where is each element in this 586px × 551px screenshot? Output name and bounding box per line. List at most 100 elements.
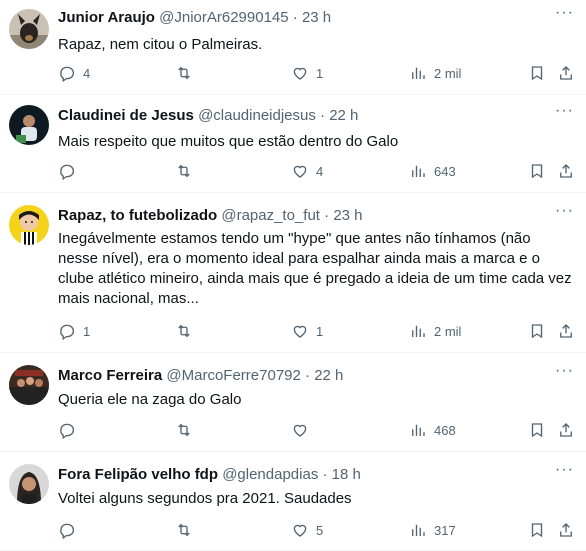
display-name[interactable]: Marco Ferreira (58, 367, 162, 384)
view-count: 2 mil (434, 65, 462, 81)
bookmark-icon (531, 523, 543, 538)
separator: · (324, 207, 330, 224)
bar-chart-icon (412, 524, 425, 536)
user-handle[interactable]: @JniorAr62990145 (159, 9, 288, 26)
reply-button[interactable] (58, 520, 83, 540)
avatar-dog[interactable] (9, 9, 49, 49)
views-button[interactable]: 468 (409, 420, 456, 440)
views-button[interactable]: 2 mil (409, 321, 461, 341)
bookmark-icon (531, 423, 543, 438)
avatar-woman[interactable] (9, 464, 49, 504)
reply-icon (60, 66, 75, 82)
tweet-header: Junior Araujo @JniorAr62990145 · 23 h (58, 8, 574, 28)
tweet-text: Inegávelmente estamos tendo um "hype" qu… (58, 230, 572, 307)
reply-button[interactable] (58, 420, 83, 440)
separator: · (292, 9, 298, 26)
tweet[interactable]: Fora Felipão velho fdp @glendapdias · 18… (0, 452, 586, 551)
display-name[interactable]: Fora Felipão velho fdp (58, 466, 218, 483)
like-button[interactable]: 5 (291, 520, 323, 540)
action-bar: 4 1 2 mil (58, 63, 572, 83)
like-count: 4 (316, 163, 324, 179)
more-options-icon[interactable]: ··· (555, 102, 574, 120)
avatar-group[interactable] (9, 365, 49, 405)
reply-count: 4 (83, 65, 91, 81)
action-bar: 5 317 (58, 520, 572, 540)
bookmark-button[interactable] (528, 63, 546, 83)
bar-chart-icon (412, 67, 425, 79)
tweet-header: Claudinei de Jesus @claudineidjesus · 22… (58, 106, 574, 126)
views-button[interactable]: 2 mil (409, 63, 461, 83)
retweet-button[interactable] (175, 161, 200, 181)
share-icon (560, 66, 572, 80)
more-options-icon[interactable]: ··· (555, 4, 574, 22)
tweet-text: Voltei alguns segundos pra 2021. Saudade… (58, 490, 352, 507)
retweet-button[interactable] (175, 321, 200, 341)
bookmark-button[interactable] (528, 161, 546, 181)
separator: · (320, 107, 326, 124)
avatar-person[interactable] (9, 105, 49, 145)
timestamp[interactable]: 23 h (333, 207, 362, 224)
action-bar: 4 643 (58, 161, 572, 181)
retweet-icon (178, 66, 190, 80)
heart-icon (293, 325, 307, 338)
view-count: 2 mil (434, 323, 462, 339)
share-icon (560, 324, 572, 338)
like-button[interactable]: 4 (291, 161, 323, 181)
user-handle[interactable]: @rapaz_to_fut (221, 207, 320, 224)
tweet[interactable]: Claudinei de Jesus @claudineidjesus · 22… (0, 95, 586, 193)
more-options-icon[interactable]: ··· (555, 461, 574, 479)
display-name[interactable]: Rapaz, to futebolizado (58, 207, 217, 224)
like-button[interactable]: 1 (291, 63, 323, 83)
user-handle[interactable]: @glendapdias (222, 466, 318, 483)
view-count: 643 (434, 163, 456, 179)
share-button[interactable] (557, 161, 575, 181)
reply-icon (60, 324, 75, 340)
timestamp[interactable]: 22 h (329, 107, 358, 124)
share-icon (560, 164, 572, 178)
more-options-icon[interactable]: ··· (555, 362, 574, 380)
like-button[interactable]: 1 (291, 321, 323, 341)
bookmark-icon (531, 164, 543, 179)
retweet-button[interactable] (175, 520, 200, 540)
tweet-header: Marco Ferreira @MarcoFerre70792 · 22 h (58, 366, 574, 386)
action-bar: 468 (58, 420, 572, 440)
tweet[interactable]: Junior Araujo @JniorAr62990145 · 23 h ··… (0, 0, 586, 95)
bar-chart-icon (412, 424, 425, 436)
reply-button[interactable]: 4 (58, 63, 90, 83)
share-button[interactable] (557, 520, 575, 540)
tweet[interactable]: Marco Ferreira @MarcoFerre70792 · 22 h ·… (0, 353, 586, 452)
retweet-button[interactable] (175, 420, 200, 440)
heart-icon (293, 165, 307, 178)
separator: · (322, 466, 328, 483)
like-count: 1 (316, 323, 324, 339)
more-options-icon[interactable]: ··· (555, 202, 574, 220)
user-handle[interactable]: @MarcoFerre70792 (166, 367, 300, 384)
share-button[interactable] (557, 63, 575, 83)
views-button[interactable]: 643 (409, 161, 456, 181)
bookmark-button[interactable] (528, 321, 546, 341)
bookmark-button[interactable] (528, 520, 546, 540)
view-count: 317 (434, 522, 456, 538)
like-button[interactable] (291, 420, 316, 440)
views-button[interactable]: 317 (409, 520, 456, 540)
user-handle[interactable]: @claudineidjesus (198, 107, 316, 124)
share-button[interactable] (557, 321, 575, 341)
heart-icon (293, 524, 307, 537)
retweet-button[interactable] (175, 63, 200, 83)
tweet-text: Rapaz, nem citou o Palmeiras. (58, 36, 263, 53)
reply-button[interactable]: 1 (58, 321, 90, 341)
share-button[interactable] (557, 420, 575, 440)
avatar-cartoon[interactable] (9, 205, 49, 245)
timestamp[interactable]: 18 h (332, 466, 361, 483)
display-name[interactable]: Junior Araujo (58, 9, 155, 26)
retweet-icon (178, 523, 190, 537)
reply-feed: Junior Araujo @JniorAr62990145 · 23 h ··… (0, 0, 586, 551)
tweet[interactable]: Rapaz, to futebolizado @rapaz_to_fut · 2… (0, 193, 586, 353)
timestamp[interactable]: 23 h (302, 9, 331, 26)
reply-button[interactable] (58, 161, 83, 181)
heart-icon (293, 67, 307, 80)
reply-count: 1 (83, 323, 91, 339)
display-name[interactable]: Claudinei de Jesus (58, 107, 194, 124)
bookmark-button[interactable] (528, 420, 546, 440)
timestamp[interactable]: 22 h (314, 367, 343, 384)
